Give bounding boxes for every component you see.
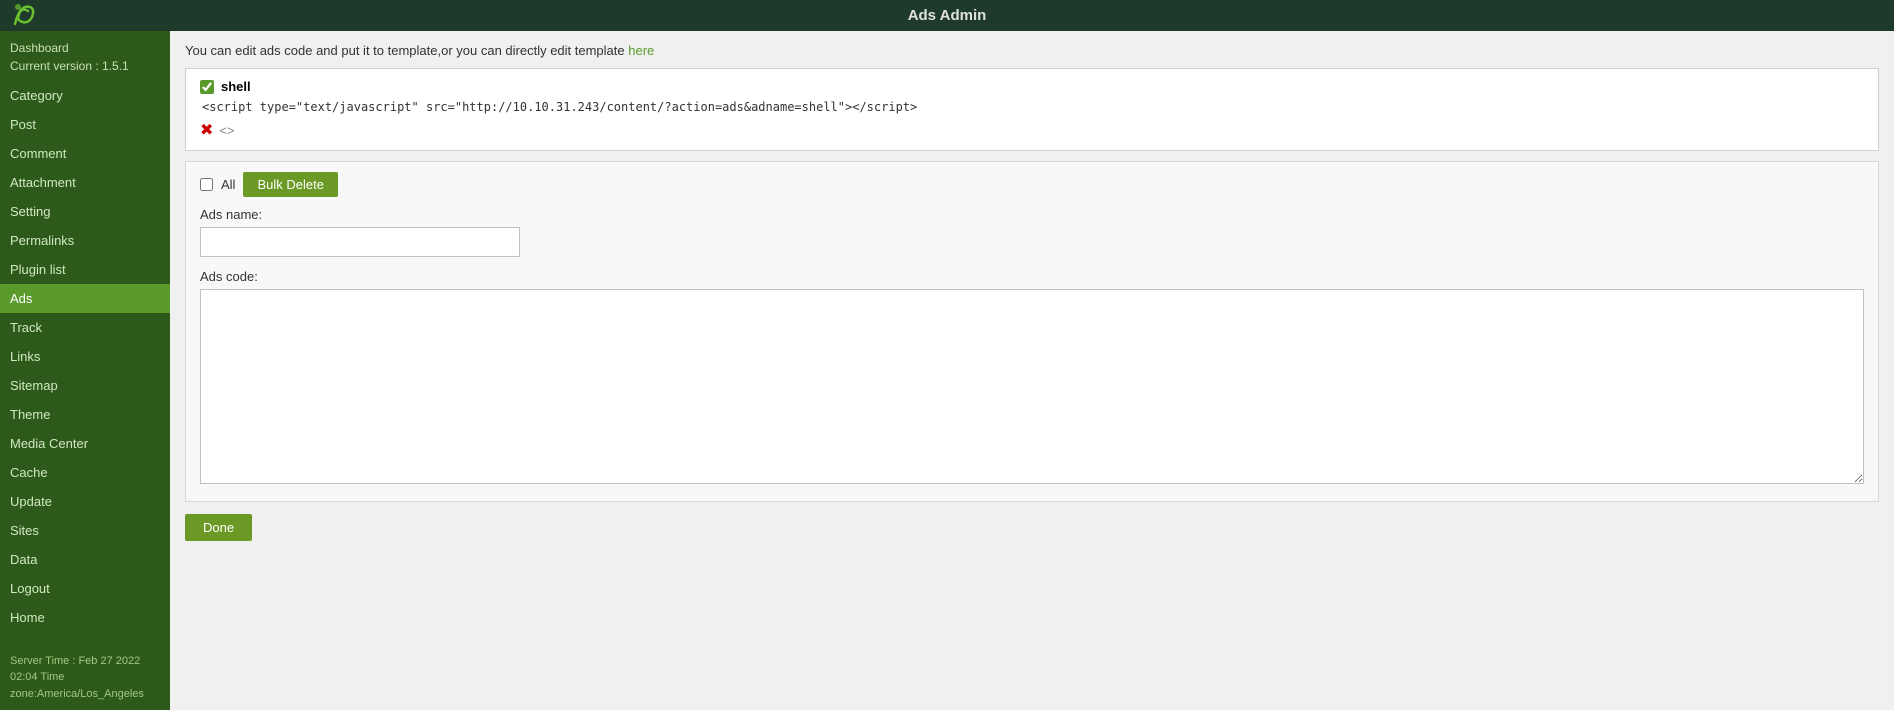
sidebar: Dashboard Current version : 1.5.1 Catego… <box>0 31 170 710</box>
all-checkbox[interactable] <box>200 178 213 191</box>
ads-code-textarea[interactable] <box>200 289 1864 484</box>
form-section: All Bulk Delete Ads name: Ads code: <box>185 161 1879 502</box>
sidebar-footer: Server Time : Feb 27 2022 02:04 Time zon… <box>0 645 170 710</box>
sidebar-item-permalinks[interactable]: Permalinks <box>0 226 170 255</box>
info-text: You can edit ads code and put it to temp… <box>185 43 628 58</box>
all-label: All <box>221 177 235 192</box>
bulk-delete-button[interactable]: Bulk Delete <box>243 172 337 197</box>
sidebar-item-links[interactable]: Links <box>0 342 170 371</box>
sidebar-item-update[interactable]: Update <box>0 487 170 516</box>
page-title: Ads Admin <box>908 7 987 24</box>
sidebar-item-media-center[interactable]: Media Center <box>0 429 170 458</box>
sidebar-item-comment[interactable]: Comment <box>0 139 170 168</box>
ads-code-display: <script type="text/javascript" src="http… <box>202 100 1864 114</box>
ads-entry-checkbox[interactable] <box>200 80 214 94</box>
all-row: All Bulk Delete <box>200 172 1864 197</box>
ads-name-label: Ads name: <box>200 207 1864 222</box>
ads-name-input[interactable] <box>200 227 520 257</box>
done-button[interactable]: Done <box>185 514 252 541</box>
sidebar-item-attachment[interactable]: Attachment <box>0 168 170 197</box>
sidebar-item-home[interactable]: Home <box>0 603 170 632</box>
server-time-line2: 02:04 Time <box>10 669 160 686</box>
delete-icon[interactable]: ✖ <box>200 120 213 140</box>
sidebar-item-sitemap[interactable]: Sitemap <box>0 371 170 400</box>
ads-actions: ✖ <> <box>200 120 1864 140</box>
info-bar: You can edit ads code and put it to temp… <box>185 43 1879 58</box>
ads-entry-header: shell <box>200 79 1864 94</box>
sidebar-item-logout[interactable]: Logout <box>0 574 170 603</box>
dashboard-info: Dashboard Current version : 1.5.1 <box>0 31 170 81</box>
sidebar-item-setting[interactable]: Setting <box>0 197 170 226</box>
server-time-line1: Server Time : Feb 27 2022 <box>10 653 160 670</box>
sidebar-item-ads[interactable]: Ads <box>0 284 170 313</box>
sidebar-item-category[interactable]: Category <box>0 81 170 110</box>
version-label: Current version : 1.5.1 <box>10 57 160 75</box>
sidebar-item-data[interactable]: Data <box>0 545 170 574</box>
edit-icon[interactable]: <> <box>219 123 234 138</box>
info-link[interactable]: here <box>628 43 654 58</box>
sidebar-item-cache[interactable]: Cache <box>0 458 170 487</box>
ads-entry-box: shell <script type="text/javascript" src… <box>185 68 1879 151</box>
sidebar-item-track[interactable]: Track <box>0 313 170 342</box>
sidebar-item-plugin-list[interactable]: Plugin list <box>0 255 170 284</box>
logo <box>10 0 40 33</box>
ads-entry-name: shell <box>221 79 251 94</box>
server-time-line3: zone:America/Los_Angeles <box>10 686 160 703</box>
ads-code-label: Ads code: <box>200 269 1864 284</box>
sidebar-item-theme[interactable]: Theme <box>0 400 170 429</box>
sidebar-item-post[interactable]: Post <box>0 110 170 139</box>
main-content: You can edit ads code and put it to temp… <box>170 31 1894 710</box>
sidebar-item-sites[interactable]: Sites <box>0 516 170 545</box>
dashboard-label: Dashboard <box>10 39 160 57</box>
top-header: Ads Admin <box>0 0 1894 31</box>
